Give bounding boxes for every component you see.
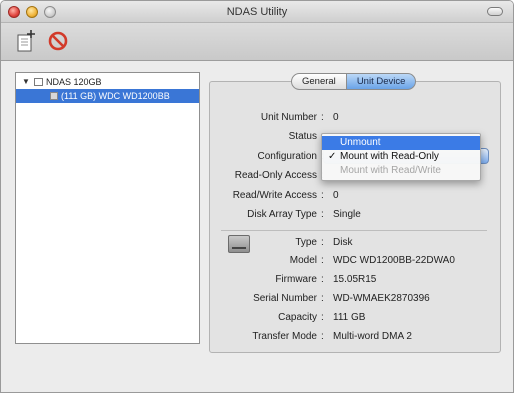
unit-disk-icon [50,92,58,100]
title-bar: NDAS Utility [1,1,513,23]
read-write-access-row: Read/Write Access : 0 [197,189,447,203]
model-value: WDC WD1200BB-22DWA0 [333,255,455,266]
unit-device-label: (111 GB) WDC WD1200BB [61,91,170,101]
configuration-popup-menu: Unmount ✓ Mount with Read-Only Mount wit… [321,133,481,181]
transfer-mode-label: Transfer Mode [252,331,317,342]
transfer-mode-value: Multi-word DMA 2 [333,331,412,342]
read-only-access-label: Read-Only Access [234,170,317,181]
menu-item-unmount[interactable]: Unmount [322,136,480,150]
register-device-button[interactable] [13,28,39,54]
serial-number-label: Serial Number [253,293,317,304]
disk-array-type-label: Disk Array Type [247,209,317,220]
firmware-label: Firmware [275,274,317,285]
tab-general[interactable]: General [291,73,347,90]
type-row: Type : Disk [197,236,447,250]
serial-number-row: Serial Number : WD-WMAEK2870396 [197,292,487,306]
unit-number-label: Unit Number [260,112,317,123]
status-label: Status [288,131,317,142]
section-divider [221,230,487,231]
unregister-device-button[interactable] [45,28,71,54]
checkmark-icon: ✓ [328,151,337,162]
model-row: Model : WDC WD1200BB-22DWA0 [197,254,487,268]
disk-array-type-value: Single [333,209,361,220]
unit-number-row: Unit Number : 0 [197,111,447,125]
unregister-device-icon [48,31,68,51]
menu-item-label: Mount with Read-Only [340,151,439,162]
read-write-access-value: 0 [333,190,339,201]
tree-item-unit-device[interactable]: (111 GB) WDC WD1200BB [16,89,199,103]
register-device-icon [17,30,35,52]
type-label: Type [295,237,317,248]
disclosure-triangle-icon[interactable]: ▼ [22,75,30,89]
tab-unit-device[interactable]: Unit Device [346,73,417,90]
toolbar-toggle-button[interactable] [487,7,503,16]
read-write-access-label: Read/Write Access [232,190,317,201]
firmware-value: 15.05R15 [333,274,377,285]
app-window: NDAS Utility ▼ NDAS 120GB (111 GB) WDC W… [0,0,514,393]
toolbar [1,23,513,61]
configuration-label: Configuration [257,151,317,162]
capacity-row: Capacity : 111 GB [197,311,447,325]
firmware-row: Firmware : 15.05R15 [197,273,447,287]
tab-bar: General Unit Device [291,73,417,90]
device-tree[interactable]: ▼ NDAS 120GB (111 GB) WDC WD1200BB [15,72,200,344]
disk-array-type-row: Disk Array Type : Single [197,208,447,222]
capacity-label: Capacity [278,312,317,323]
device-checkbox[interactable] [34,78,43,86]
capacity-value: 111 GB [333,312,366,323]
unit-number-value: 0 [333,112,339,123]
type-value: Disk [333,237,353,248]
tree-item-device[interactable]: ▼ NDAS 120GB [16,75,199,89]
serial-number-value: WD-WMAEK2870396 [333,293,430,304]
model-label: Model [289,255,317,266]
menu-item-mount-read-write: Mount with Read/Write [322,164,480,178]
device-label: NDAS 120GB [46,77,102,87]
menu-item-label: Mount with Read/Write [340,165,441,176]
window-title: NDAS Utility [226,6,288,18]
transfer-mode-row: Transfer Mode : Multi-word DMA 2 [197,330,487,344]
menu-item-label: Unmount [340,137,381,148]
menu-item-mount-read-only[interactable]: ✓ Mount with Read-Only [322,150,480,164]
